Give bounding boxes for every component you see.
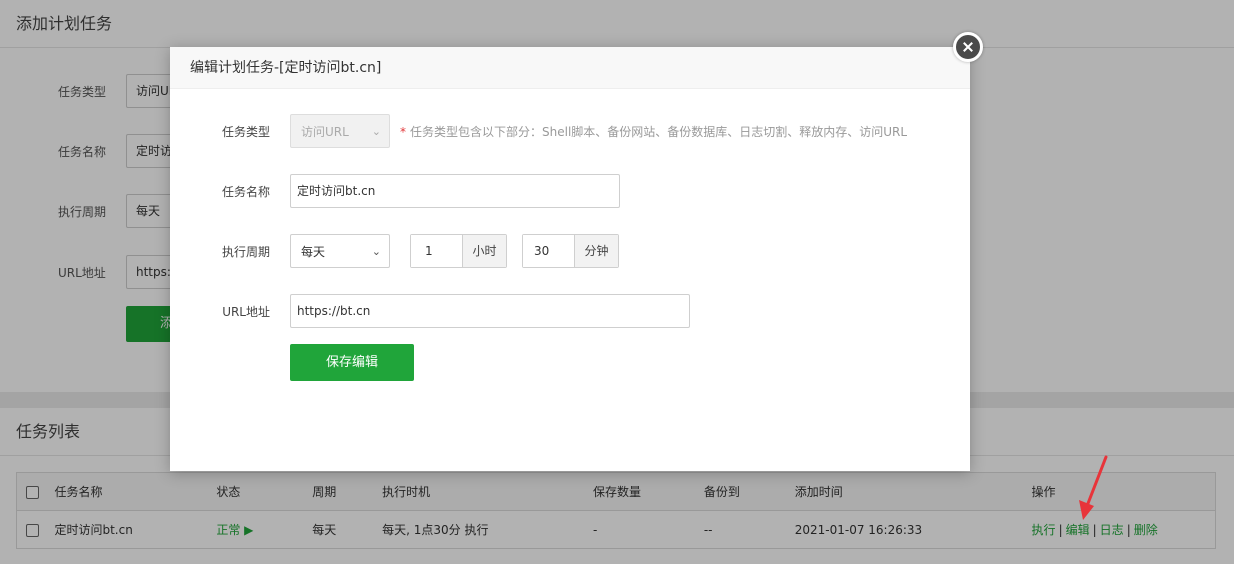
red-arrow-icon	[1079, 455, 1108, 520]
